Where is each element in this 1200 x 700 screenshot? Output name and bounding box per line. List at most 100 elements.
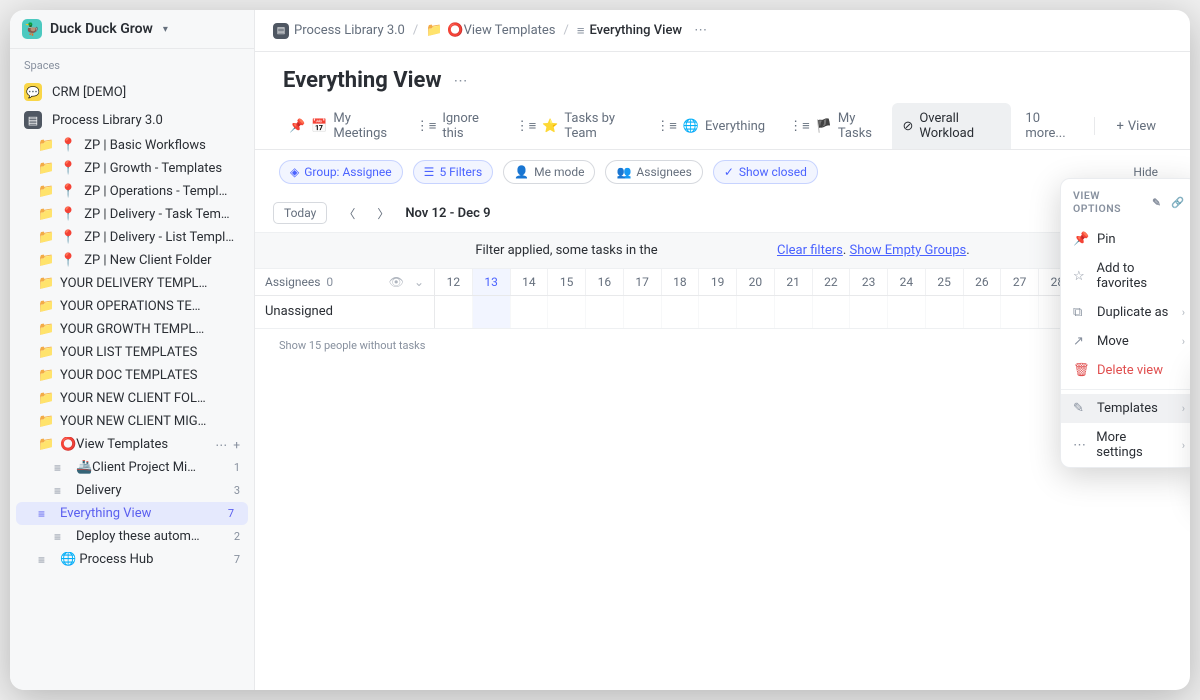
day-cell[interactable] (624, 296, 662, 328)
workspace-switcher[interactable]: 🦆 Duck Duck Grow ▾ (10, 10, 254, 49)
tab-tasks-by-team[interactable]: ⋮≡ ⭐ Tasks by Team (506, 103, 643, 149)
day-cell[interactable] (737, 296, 775, 328)
day-cell[interactable] (888, 296, 926, 328)
space-process-library[interactable]: ▤ Process Library 3.0 (10, 106, 254, 134)
title-more-icon[interactable]: ⋯ (454, 73, 468, 89)
day-header[interactable]: 25 (926, 269, 964, 295)
more-icon[interactable]: ⋯ (215, 438, 227, 452)
popover-favorites[interactable]: ☆ Add to favorites (1061, 254, 1190, 298)
day-cell[interactable] (926, 296, 964, 328)
spaces-section-label: Spaces (10, 49, 254, 78)
day-header[interactable]: 12 (435, 269, 473, 295)
day-header[interactable]: 15 (548, 269, 586, 295)
edit-icon[interactable]: ✎ (1152, 196, 1161, 209)
folder-basic-workflows[interactable]: 📁 📍 ZP | Basic Workflows (10, 134, 254, 157)
list-client-migration[interactable]: ≡ 🚢Client Project Migration… 1 (10, 456, 254, 479)
day-header[interactable]: 20 (737, 269, 775, 295)
folder-operations-templates[interactable]: 📁 📍 ZP | Operations - Templates (10, 180, 254, 203)
day-cell[interactable] (511, 296, 549, 328)
list-delivery[interactable]: ≡ Delivery 3 (10, 479, 254, 502)
popover-more-settings[interactable]: ⋯ More settings › (1061, 423, 1190, 467)
me-mode-pill[interactable]: 👤 Me mode (503, 160, 595, 184)
folder-growth-templates[interactable]: 📁 📍 ZP | Growth - Templates (10, 157, 254, 180)
timeline-row-unassigned[interactable]: Unassigned (255, 296, 1190, 329)
tab-everything[interactable]: ⋮≡ 🌐 Everything (646, 110, 775, 142)
folder-new-client-folder-te[interactable]: 📁 YOUR NEW CLIENT FOLDER TE… (10, 387, 254, 410)
folder-label: ⭕View Templates (60, 437, 168, 452)
day-cell[interactable] (473, 296, 511, 328)
breadcrumb-list[interactable]: ≡ Everything View (577, 23, 682, 39)
folder-new-client-migration[interactable]: 📁 YOUR NEW CLIENT MIGRATIO… (10, 410, 254, 433)
folder-your-operations[interactable]: 📁 YOUR OPERATIONS TEMPLATES (10, 295, 254, 318)
day-header[interactable]: 26 (964, 269, 1002, 295)
day-cell[interactable] (964, 296, 1002, 328)
breadcrumb-space[interactable]: ▤ Process Library 3.0 (273, 23, 405, 39)
day-cell[interactable] (586, 296, 624, 328)
day-header[interactable]: 14 (511, 269, 549, 295)
day-header[interactable]: 21 (775, 269, 813, 295)
list-deploy-automations[interactable]: ≡ Deploy these automations 2 (10, 525, 254, 548)
show-empty-groups-link[interactable]: Show Empty Groups (850, 243, 967, 258)
list-process-hub[interactable]: ≡ 🌐 Process Hub 7 (10, 548, 254, 571)
timeline-group-header[interactable]: Assignees 0 👁 ⌄ (255, 269, 435, 295)
popover-pin[interactable]: 📌 Pin (1061, 225, 1190, 254)
folder-view-templates[interactable]: 📁 ⭕View Templates ⋯ + (10, 433, 254, 456)
link-icon[interactable]: 🔗 (1171, 196, 1185, 209)
day-header[interactable]: 24 (888, 269, 926, 295)
group-pill[interactable]: ◈ Group: Assignee (279, 160, 403, 184)
add-view-button[interactable]: + View (1107, 111, 1167, 142)
wand-icon: ✎ (1073, 401, 1087, 416)
day-header[interactable]: 13 (473, 269, 511, 295)
day-cell[interactable] (662, 296, 700, 328)
tab-my-tasks[interactable]: ⋮≡ 🏴 My Tasks (779, 103, 888, 149)
breadcrumb-folder[interactable]: 📁 ⭕View Templates (426, 23, 555, 38)
people-icon: 👥 (616, 165, 631, 179)
popover-move[interactable]: ↗ Move › (1061, 327, 1190, 356)
next-period-button[interactable]: 〉 (371, 203, 395, 224)
assignees-pill[interactable]: 👥 Assignees (605, 160, 702, 184)
tab-my-meetings[interactable]: 📌 📅 My Meetings (279, 103, 402, 149)
day-cell[interactable] (435, 296, 473, 328)
day-header[interactable]: 16 (586, 269, 624, 295)
show-closed-pill[interactable]: ✓ Show closed (713, 160, 818, 184)
tab-overall-workload[interactable]: ⊘ Overall Workload (892, 103, 1011, 149)
chevron-right-icon: › (1182, 439, 1185, 452)
folder-your-doc[interactable]: 📁 YOUR DOC TEMPLATES (10, 364, 254, 387)
popover-templates[interactable]: ✎ Templates › (1061, 394, 1190, 423)
folder-delivery-task-templates[interactable]: 📁 📍 ZP | Delivery - Task Templates (10, 203, 254, 226)
folder-your-delivery[interactable]: 📁 YOUR DELIVERY TEMPLATES (10, 272, 254, 295)
add-icon[interactable]: + (233, 438, 240, 452)
breadcrumb-more-icon[interactable]: ⋯ (690, 21, 711, 40)
tab-ignore-this[interactable]: ⋮≡ Ignore this (406, 103, 502, 149)
list-everything-view[interactable]: ≡ Everything View 7 (16, 502, 248, 525)
show-people-link[interactable]: Show 15 people without tasks (255, 329, 1190, 362)
day-cell[interactable] (775, 296, 813, 328)
day-cell[interactable] (813, 296, 851, 328)
clear-filters-link[interactable]: Clear filters (777, 243, 843, 258)
day-header[interactable]: 22 (813, 269, 851, 295)
folder-delivery-list-templates[interactable]: 📁 📍 ZP | Delivery - List Templates (10, 226, 254, 249)
day-cell[interactable] (850, 296, 888, 328)
day-header[interactable]: 17 (624, 269, 662, 295)
popover-duplicate[interactable]: ⧉ Duplicate as › (1061, 298, 1190, 327)
prev-period-button[interactable]: 〈 (337, 203, 361, 224)
day-header[interactable]: 18 (662, 269, 700, 295)
folder-pin-icon: 📍 (60, 184, 76, 199)
collapse-icon[interactable]: ⌄ (414, 275, 424, 289)
popover-delete[interactable]: 🗑 Delete view (1061, 356, 1190, 385)
filters-pill[interactable]: ☰ 5 Filters (413, 160, 494, 184)
folder-your-list[interactable]: 📁 YOUR LIST TEMPLATES (10, 341, 254, 364)
day-header[interactable]: 23 (850, 269, 888, 295)
day-header[interactable]: 19 (699, 269, 737, 295)
space-crm[interactable]: 💬 CRM [DEMO] (10, 78, 254, 106)
folder-your-growth[interactable]: 📁 YOUR GROWTH TEMPLATES (10, 318, 254, 341)
eye-icon[interactable]: 👁 (389, 275, 404, 289)
day-cell[interactable] (1001, 296, 1039, 328)
list-label: Delivery (76, 483, 122, 498)
today-button[interactable]: Today (273, 202, 327, 224)
day-cell[interactable] (699, 296, 737, 328)
day-cell[interactable] (548, 296, 586, 328)
day-header[interactable]: 27 (1001, 269, 1039, 295)
more-tabs-button[interactable]: 10 more... (1015, 103, 1085, 149)
folder-new-client[interactable]: 📁 📍 ZP | New Client Folder (10, 249, 254, 272)
